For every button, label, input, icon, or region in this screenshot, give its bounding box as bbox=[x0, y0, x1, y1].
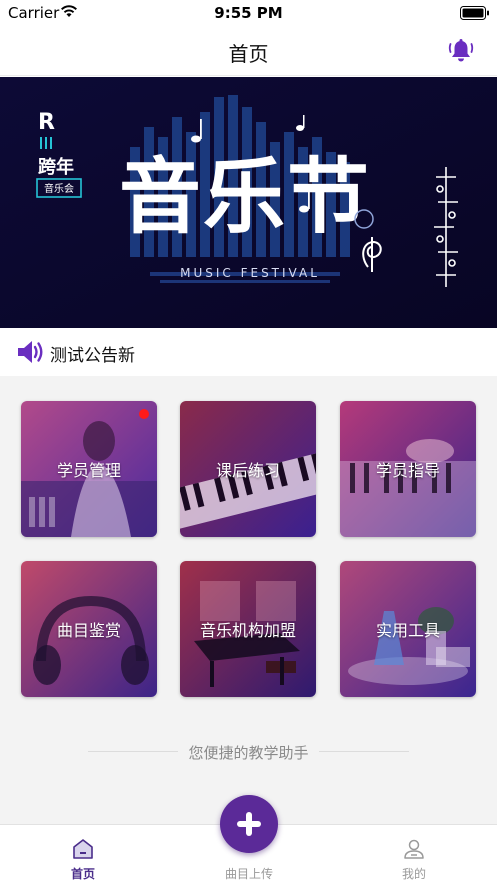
tab-label: 首页 bbox=[70, 867, 95, 881]
banner-brand-mark: R bbox=[38, 110, 55, 135]
card-label: 实用工具 bbox=[375, 621, 440, 640]
banner-artwork: R 跨年 音乐会 音乐节 MUSIC FESTIVAL bbox=[0, 77, 497, 328]
home-icon bbox=[73, 839, 93, 859]
page-title: 首页 bbox=[228, 42, 269, 66]
card-student-management[interactable]: 学员管理 bbox=[21, 401, 157, 537]
card-institution-franchise[interactable]: 音乐机构加盟 bbox=[180, 561, 316, 697]
upload-fab-button[interactable] bbox=[220, 795, 278, 853]
card-student-guidance[interactable]: 学员指导 bbox=[340, 401, 476, 537]
card-label: 曲目鉴赏 bbox=[56, 621, 121, 640]
nav-bar: 首页 bbox=[0, 26, 497, 76]
card-label: 学员指导 bbox=[375, 461, 440, 480]
tab-label: 曲目上传 bbox=[224, 867, 273, 881]
banner[interactable]: R 跨年 音乐会 音乐节 MUSIC FESTIVAL bbox=[0, 77, 497, 328]
tagline: 您便捷的教学助手 bbox=[188, 744, 309, 762]
banner-side-text: 跨年 bbox=[38, 156, 74, 178]
card-practical-tools[interactable]: 实用工具 bbox=[340, 561, 476, 697]
notification-badge bbox=[139, 409, 149, 419]
notice-bar[interactable]: 测试公告新 bbox=[0, 328, 497, 376]
card-label: 课后练习 bbox=[215, 461, 280, 480]
battery-icon bbox=[460, 6, 489, 20]
card-label: 学员管理 bbox=[56, 461, 121, 480]
bell-icon[interactable] bbox=[448, 38, 474, 64]
tab-home[interactable]: 首页 bbox=[33, 825, 133, 883]
tab-label: 我的 bbox=[401, 867, 426, 881]
tagline-section: 您便捷的教学助手 bbox=[0, 740, 497, 764]
status-bar: Carrier 9:55 PM bbox=[0, 0, 497, 26]
profile-icon bbox=[404, 839, 424, 859]
feature-grid: 学员管理 课后练习 学员指导 曲目鉴赏 音乐机构加盟 实用工具 您便捷的教学助手 bbox=[0, 376, 497, 824]
speaker-icon bbox=[18, 341, 43, 363]
banner-main-title: 音乐节 bbox=[119, 150, 371, 245]
card-label: 音乐机构加盟 bbox=[199, 621, 296, 640]
banner-tag-text: 音乐会 bbox=[44, 182, 74, 195]
card-repertoire-appreciation[interactable]: 曲目鉴赏 bbox=[21, 561, 157, 697]
notice-text: 测试公告新 bbox=[50, 346, 135, 366]
plus-icon bbox=[237, 812, 261, 836]
banner-subtitle: MUSIC FESTIVAL bbox=[180, 266, 320, 280]
tab-profile[interactable]: 我的 bbox=[364, 825, 464, 883]
status-time: 9:55 PM bbox=[214, 4, 283, 22]
card-after-class-practice[interactable]: 课后练习 bbox=[180, 401, 316, 537]
divider bbox=[319, 751, 409, 752]
